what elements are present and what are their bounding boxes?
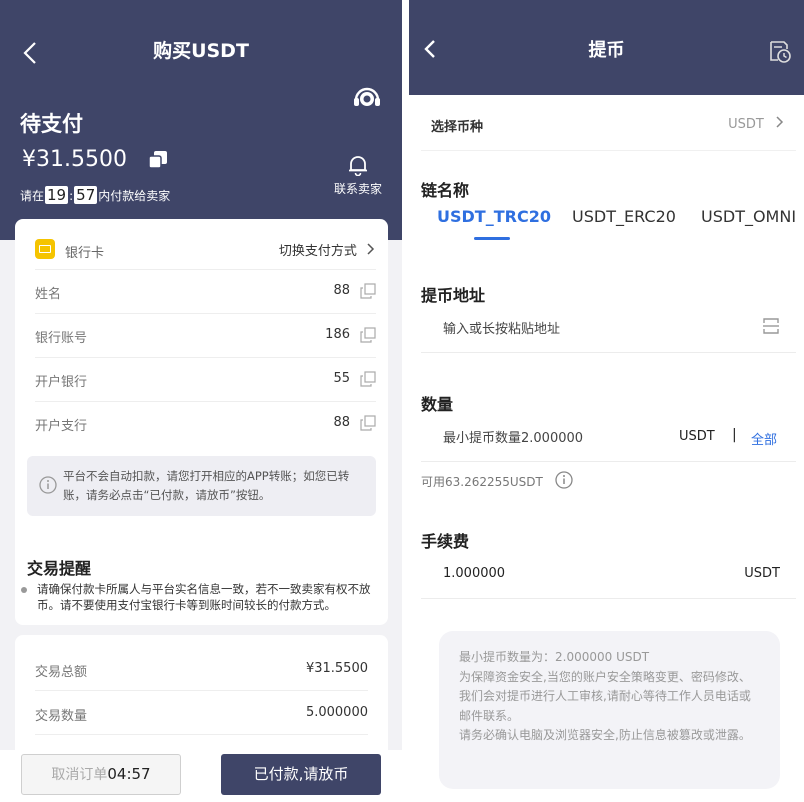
note-line: 为保障资金安全,当您的账户安全策略变更、密码修改、我们会对提币进行人工审核,请耐…	[459, 669, 751, 723]
scan-icon[interactable]	[762, 317, 780, 335]
address-title: 提币地址	[421, 286, 486, 305]
tx-label: 交易数量	[35, 709, 88, 724]
fee-unit: USDT	[744, 566, 780, 581]
withdraw-all-button[interactable]: 全部	[751, 429, 777, 448]
active-tab-indicator	[474, 237, 510, 240]
field-label: 开户银行	[35, 375, 88, 390]
field-row-name: 姓名 88	[35, 269, 376, 313]
field-label: 银行账号	[35, 331, 88, 346]
payment-method: 银行卡	[65, 246, 105, 261]
chain-tab-omni[interactable]: USDT_OMNI	[701, 207, 796, 226]
buy-header: 购买USDT 待支付 ¥31.5500 请在 19:57 内付款给卖家 联系卖家	[0, 0, 402, 240]
notice-text: 平台不会自动扣款，请您打开相应的APP转账；如您已转账，请务必点击“已付款，请放…	[63, 469, 350, 502]
countdown-minutes: 19	[45, 186, 69, 204]
field-row-account: 银行账号 186	[35, 313, 376, 357]
countdown-prefix: 请在	[20, 189, 45, 203]
countdown-colon: :	[69, 189, 74, 203]
field-value: 88	[333, 415, 350, 430]
trade-tip-title: 交易提醒	[27, 559, 92, 578]
copy-icon[interactable]	[360, 415, 376, 431]
quantity-input-row: USDT | 全部	[421, 418, 796, 462]
buy-usdt-panel: 购买USDT 待支付 ¥31.5500 请在 19:57 内付款给卖家 联系卖家…	[0, 0, 402, 802]
quantity-unit: USDT	[679, 429, 715, 444]
order-amount: ¥31.5500	[22, 147, 127, 172]
page-title: 购买USDT	[153, 40, 249, 62]
chevron-right-icon	[776, 116, 784, 128]
tx-row-total: 交易总额 ¥31.5500	[35, 647, 368, 691]
tx-label: 交易总额	[35, 665, 88, 680]
divider: |	[732, 427, 737, 443]
withdraw-header: 提币	[409, 0, 804, 95]
copy-icon[interactable]	[360, 327, 376, 343]
withdraw-notes: 最小提币数量为：2.000000 USDT 为保障资金安全,当您的账户安全策略变…	[439, 631, 780, 789]
cancel-order-label: 取消订单	[51, 767, 108, 783]
field-label: 姓名	[35, 287, 62, 302]
tx-row-quantity: 交易数量 5.000000	[35, 691, 368, 735]
switch-payment-button[interactable]: 切换支付方式	[279, 240, 375, 259]
payment-notice: 平台不会自动扣款，请您打开相应的APP转账；如您已转账，请务必点击“已付款，请放…	[27, 456, 376, 516]
paid-release-button[interactable]: 已付款,请放币	[221, 754, 381, 795]
countdown-suffix: 内付款给卖家	[98, 189, 171, 203]
trade-tip-text: 请确保付款卡所属人与平台实名信息一致，若不一致卖家有权不放币。请不要使用支付宝银…	[37, 582, 371, 612]
payment-card: 银行卡 切换支付方式 姓名 88 银行账号 186 开户银行 55 开户支行 8…	[15, 219, 388, 625]
cancel-countdown: 04:57	[107, 765, 151, 783]
chevron-right-icon	[367, 243, 375, 255]
select-coin-row[interactable]: 选择币种 USDT	[421, 96, 796, 151]
note-line: 最小提币数量为：2.000000 USDT	[459, 650, 650, 664]
notes-text: 最小提币数量为：2.000000 USDT 为保障资金安全,当您的账户安全策略变…	[459, 648, 759, 746]
switch-payment-label: 切换支付方式	[278, 244, 357, 259]
chain-title: 链名称	[421, 181, 470, 200]
field-value: 55	[333, 371, 350, 386]
field-value: 88	[333, 283, 350, 298]
field-row-bank: 开户银行 55	[35, 357, 376, 401]
field-label: 开户支行	[35, 419, 88, 434]
tx-value: 5.000000	[305, 705, 368, 720]
customer-service-icon[interactable]	[352, 84, 382, 110]
note-line: 请务必确认电脑及浏览器安全,防止信息被篡改或泄露。	[459, 728, 751, 742]
page-title: 提币	[588, 40, 625, 61]
tx-value: ¥31.5500	[305, 661, 368, 676]
info-icon	[39, 476, 57, 494]
cancel-order-button[interactable]: 取消订单04:57	[21, 754, 181, 795]
address-input[interactable]	[443, 318, 743, 340]
contact-seller-button[interactable]: 联系卖家	[330, 154, 386, 197]
bullet-dot	[21, 587, 27, 593]
bell-icon	[349, 156, 367, 176]
history-record-icon[interactable]	[767, 38, 793, 64]
quantity-title: 数量	[421, 395, 454, 414]
chain-tab-erc20[interactable]: USDT_ERC20	[572, 207, 676, 226]
copy-icon[interactable]	[148, 150, 168, 170]
fee-value: 1.000000	[443, 566, 506, 581]
contact-seller-label: 联系卖家	[333, 182, 382, 196]
order-status: 待支付	[20, 112, 83, 136]
quantity-input[interactable]	[443, 427, 663, 449]
payment-method-row: 银行卡 切换支付方式	[35, 235, 375, 265]
copy-icon[interactable]	[360, 283, 376, 299]
fee-row: 1.000000 USDT	[421, 555, 796, 599]
copy-icon[interactable]	[360, 371, 376, 387]
chain-tab-trc20[interactable]: USDT_TRC20	[437, 207, 551, 226]
fee-title: 手续费	[421, 532, 470, 551]
address-input-row	[421, 310, 796, 353]
available-balance: 可用63.262255USDT	[421, 475, 543, 489]
info-icon[interactable]	[555, 471, 573, 489]
field-value: 186	[325, 327, 350, 342]
selected-coin-value: USDT	[728, 117, 764, 132]
select-coin-label: 选择币种	[431, 120, 484, 135]
countdown-seconds: 57	[74, 186, 98, 204]
action-bar: 取消订单04:57 已付款,请放币	[0, 750, 402, 802]
selected-coin: USDT	[728, 116, 784, 132]
field-row-branch: 开户支行 88	[35, 401, 376, 445]
payment-countdown: 请在 19:57 内付款给卖家	[20, 186, 170, 204]
withdraw-panel: 提币 选择币种 USDT 链名称 USDT_TRC20 USDT_ERC20 U…	[409, 0, 804, 802]
bank-card-icon	[35, 239, 55, 259]
